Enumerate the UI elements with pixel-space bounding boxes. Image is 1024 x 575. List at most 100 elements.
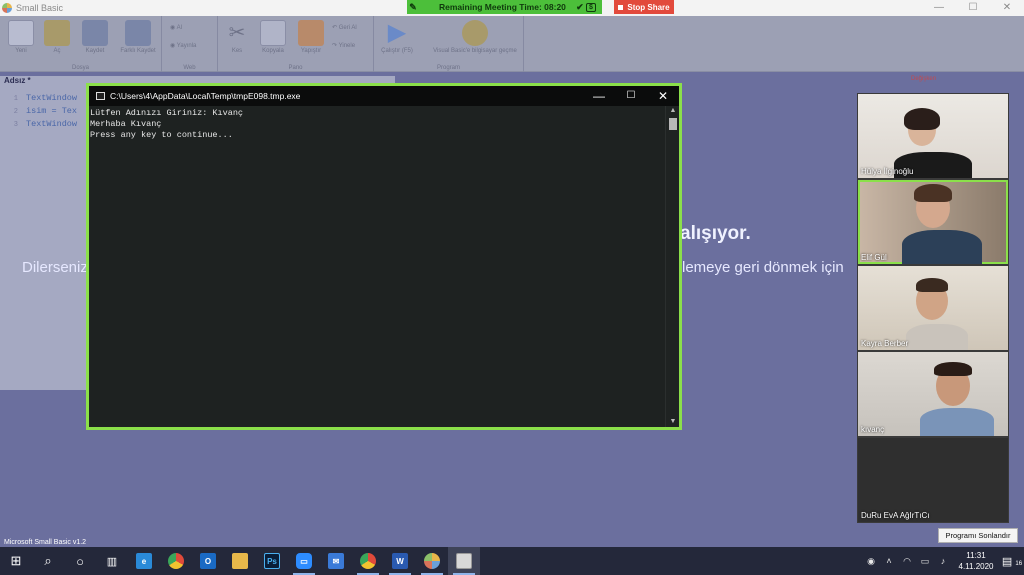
save-as-button[interactable]: Farklı Kaydet — [116, 20, 160, 54]
chevron-up-icon[interactable]: ˄ — [880, 556, 898, 566]
taskbar-photoshop[interactable]: Ps — [256, 547, 288, 575]
app-title: Small Basic — [16, 3, 64, 13]
import-button[interactable]: ◉ Al — [170, 24, 182, 31]
zoom-icon: ▭ — [296, 553, 312, 569]
taskbar-console[interactable] — [448, 547, 480, 575]
ribbon-group-file: Yeni Aç Kaydet Farklı Kaydet Dosya — [0, 16, 162, 72]
stop-icon — [618, 4, 624, 10]
group-label-program: Program — [436, 65, 460, 71]
editor-code-lines[interactable]: 1 TextWindow 2 isim = Tex 3 TextWindow — [4, 92, 77, 131]
outlook-icon: O — [200, 553, 216, 569]
start-button[interactable]: ⊞ — [0, 547, 32, 575]
scissors-icon: ✂ — [228, 22, 246, 44]
scroll-down-icon[interactable]: ▼ — [666, 417, 680, 427]
taskbar-chrome[interactable] — [160, 547, 192, 575]
search-button[interactable]: ⌕ — [32, 547, 64, 575]
participant-tile[interactable]: Kayra Berber — [858, 266, 1008, 350]
run-button[interactable]: ▶ Çalıştır (F5) — [380, 19, 414, 55]
new-button[interactable]: Yeni — [4, 20, 38, 54]
folder-icon — [232, 553, 248, 569]
taskbar-word[interactable]: W — [384, 547, 416, 575]
chrome-icon — [360, 553, 376, 569]
background-message-right: lemeye geri dönmek için — [682, 259, 844, 276]
console-scrollbar[interactable]: ▲ ▼ — [665, 106, 679, 427]
ribbon-group-edit: ✂ Kes Kopyala Yapıştır ↶ Geri Al ↷ Yinel… — [218, 16, 374, 72]
battery-icon[interactable]: ▭ — [916, 556, 934, 567]
cut-button[interactable]: ✂ Kes — [220, 20, 254, 54]
scroll-thumb[interactable] — [669, 118, 677, 130]
small-basic-logo-icon — [2, 3, 12, 13]
cortana-icon: ○ — [76, 553, 84, 569]
participant-tile[interactable]: DuRu EvA AğIrTıCı — [858, 438, 1008, 522]
console-titlebar[interactable]: C:\Users\4\AppData\Local\Temp\tmpE098.tm… — [89, 86, 679, 106]
folder-icon — [44, 20, 70, 46]
search-icon: ⌕ — [44, 553, 52, 568]
dollar-icon[interactable]: $ — [585, 2, 596, 12]
taskbar-zoom[interactable]: ▭ — [288, 547, 320, 575]
paste-button[interactable]: Yapıştır — [294, 20, 328, 54]
maximize-icon[interactable]: ☐ — [956, 0, 990, 16]
word-icon: W — [392, 553, 408, 569]
zoom-tray-icon[interactable]: ◉ — [862, 556, 880, 567]
volume-icon[interactable]: ♪ — [934, 556, 952, 566]
windows-icon: ⊞ — [10, 553, 22, 568]
pin-icon[interactable]: ✎ — [407, 2, 419, 13]
taskbar-outlook[interactable]: O — [192, 547, 224, 575]
ribbon-toolbar: Yeni Aç Kaydet Farklı Kaydet Dosya ◉ Al … — [0, 16, 1024, 72]
close-icon[interactable]: ✕ — [990, 0, 1024, 16]
play-icon: ▶ — [387, 19, 407, 46]
wifi-icon[interactable]: ◠ — [898, 556, 916, 567]
save-as-icon — [125, 20, 151, 46]
participant-tile[interactable]: Hülya İlginoğlu — [858, 94, 1008, 178]
scroll-up-icon[interactable]: ▲ — [666, 106, 680, 116]
editor-tab[interactable]: Adsız * — [0, 76, 31, 88]
cortana-button[interactable]: ○ — [64, 547, 96, 575]
stop-share-button[interactable]: Stop Share — [614, 0, 674, 14]
taskbar-explorer[interactable] — [224, 547, 256, 575]
redo-button[interactable]: ↷ Yinele — [332, 42, 355, 49]
variables-panel-label: Değişken — [910, 76, 936, 82]
meeting-timer-banner: ✎ Remaining Meeting Time: 08:20 ✔ $ — [407, 0, 602, 14]
publish-button[interactable]: ◉ Yayınla — [170, 42, 196, 49]
system-tray: ◉ ˄ ◠ ▭ ♪ 11:31 4.11.2020 ▤ 16 — [862, 547, 1024, 575]
graduate-icon — [462, 20, 488, 46]
console-output[interactable]: Lütfen Adınızı Giriniz: Kıvanç Merhaba Kı… — [90, 108, 243, 141]
participant-tile[interactable]: Elif Gül — [858, 180, 1008, 264]
console-line: Merhaba Kıvanç — [90, 119, 162, 129]
taskbar-mail[interactable]: ✉ — [320, 547, 352, 575]
graduate-button[interactable]: Visual Basic'e bilgisayar geçme — [430, 20, 520, 54]
code-line[interactable]: 3 TextWindow — [4, 118, 77, 131]
app-window-controls: — ☐ ✕ — [922, 0, 1024, 16]
participant-tile[interactable]: kıvanç — [858, 352, 1008, 436]
group-label-file: Dosya — [71, 65, 89, 71]
taskbar: ⊞ ⌕ ○ ▥ e O Ps ▭ ✉ W ◉ ˄ ◠ ▭ ♪ 11:31 4.1… — [0, 547, 1024, 575]
code-line[interactable]: 2 isim = Tex — [4, 105, 77, 118]
video-gallery: Hülya İlginoğlu Elif Gül Kayra Berber kı… — [857, 93, 1009, 523]
console-minimize-icon[interactable]: — — [583, 86, 615, 106]
code-line[interactable]: 1 TextWindow — [4, 92, 77, 105]
minimize-icon[interactable]: — — [922, 0, 956, 16]
shield-check-icon[interactable]: ✔ — [574, 2, 586, 13]
copy-button[interactable]: Kopyala — [256, 20, 290, 54]
console-window[interactable]: C:\Users\4\AppData\Local\Temp\tmpE098.tm… — [86, 83, 682, 430]
console-body[interactable]: C:\Users\4\AppData\Local\Temp\tmpE098.tm… — [89, 86, 679, 427]
console-maximize-icon[interactable]: ☐ — [615, 86, 647, 106]
taskbar-small-basic[interactable] — [416, 547, 448, 575]
notification-center-button[interactable]: ▤ 16 — [1000, 555, 1024, 568]
stop-share-label: Stop Share — [627, 2, 670, 12]
save-button[interactable]: Kaydet — [78, 20, 112, 54]
console-close-icon[interactable]: ✕ — [647, 86, 679, 106]
group-label-edit: Pano — [288, 65, 303, 71]
open-button[interactable]: Aç — [40, 20, 74, 54]
participant-name: Elif Gül — [861, 253, 887, 262]
taskbar-edge[interactable]: e — [128, 547, 160, 575]
task-view-button[interactable]: ▥ — [96, 547, 128, 575]
chrome-icon — [168, 553, 184, 569]
undo-button[interactable]: ↶ Geri Al — [332, 24, 357, 31]
system-clock[interactable]: 11:31 4.11.2020 — [952, 550, 1000, 572]
clock-time: 11:31 — [966, 551, 986, 560]
participant-name: Hülya İlginoğlu — [861, 167, 914, 176]
taskbar-chrome-2[interactable] — [352, 547, 384, 575]
console-app-icon — [96, 92, 105, 100]
new-document-icon — [8, 20, 34, 46]
